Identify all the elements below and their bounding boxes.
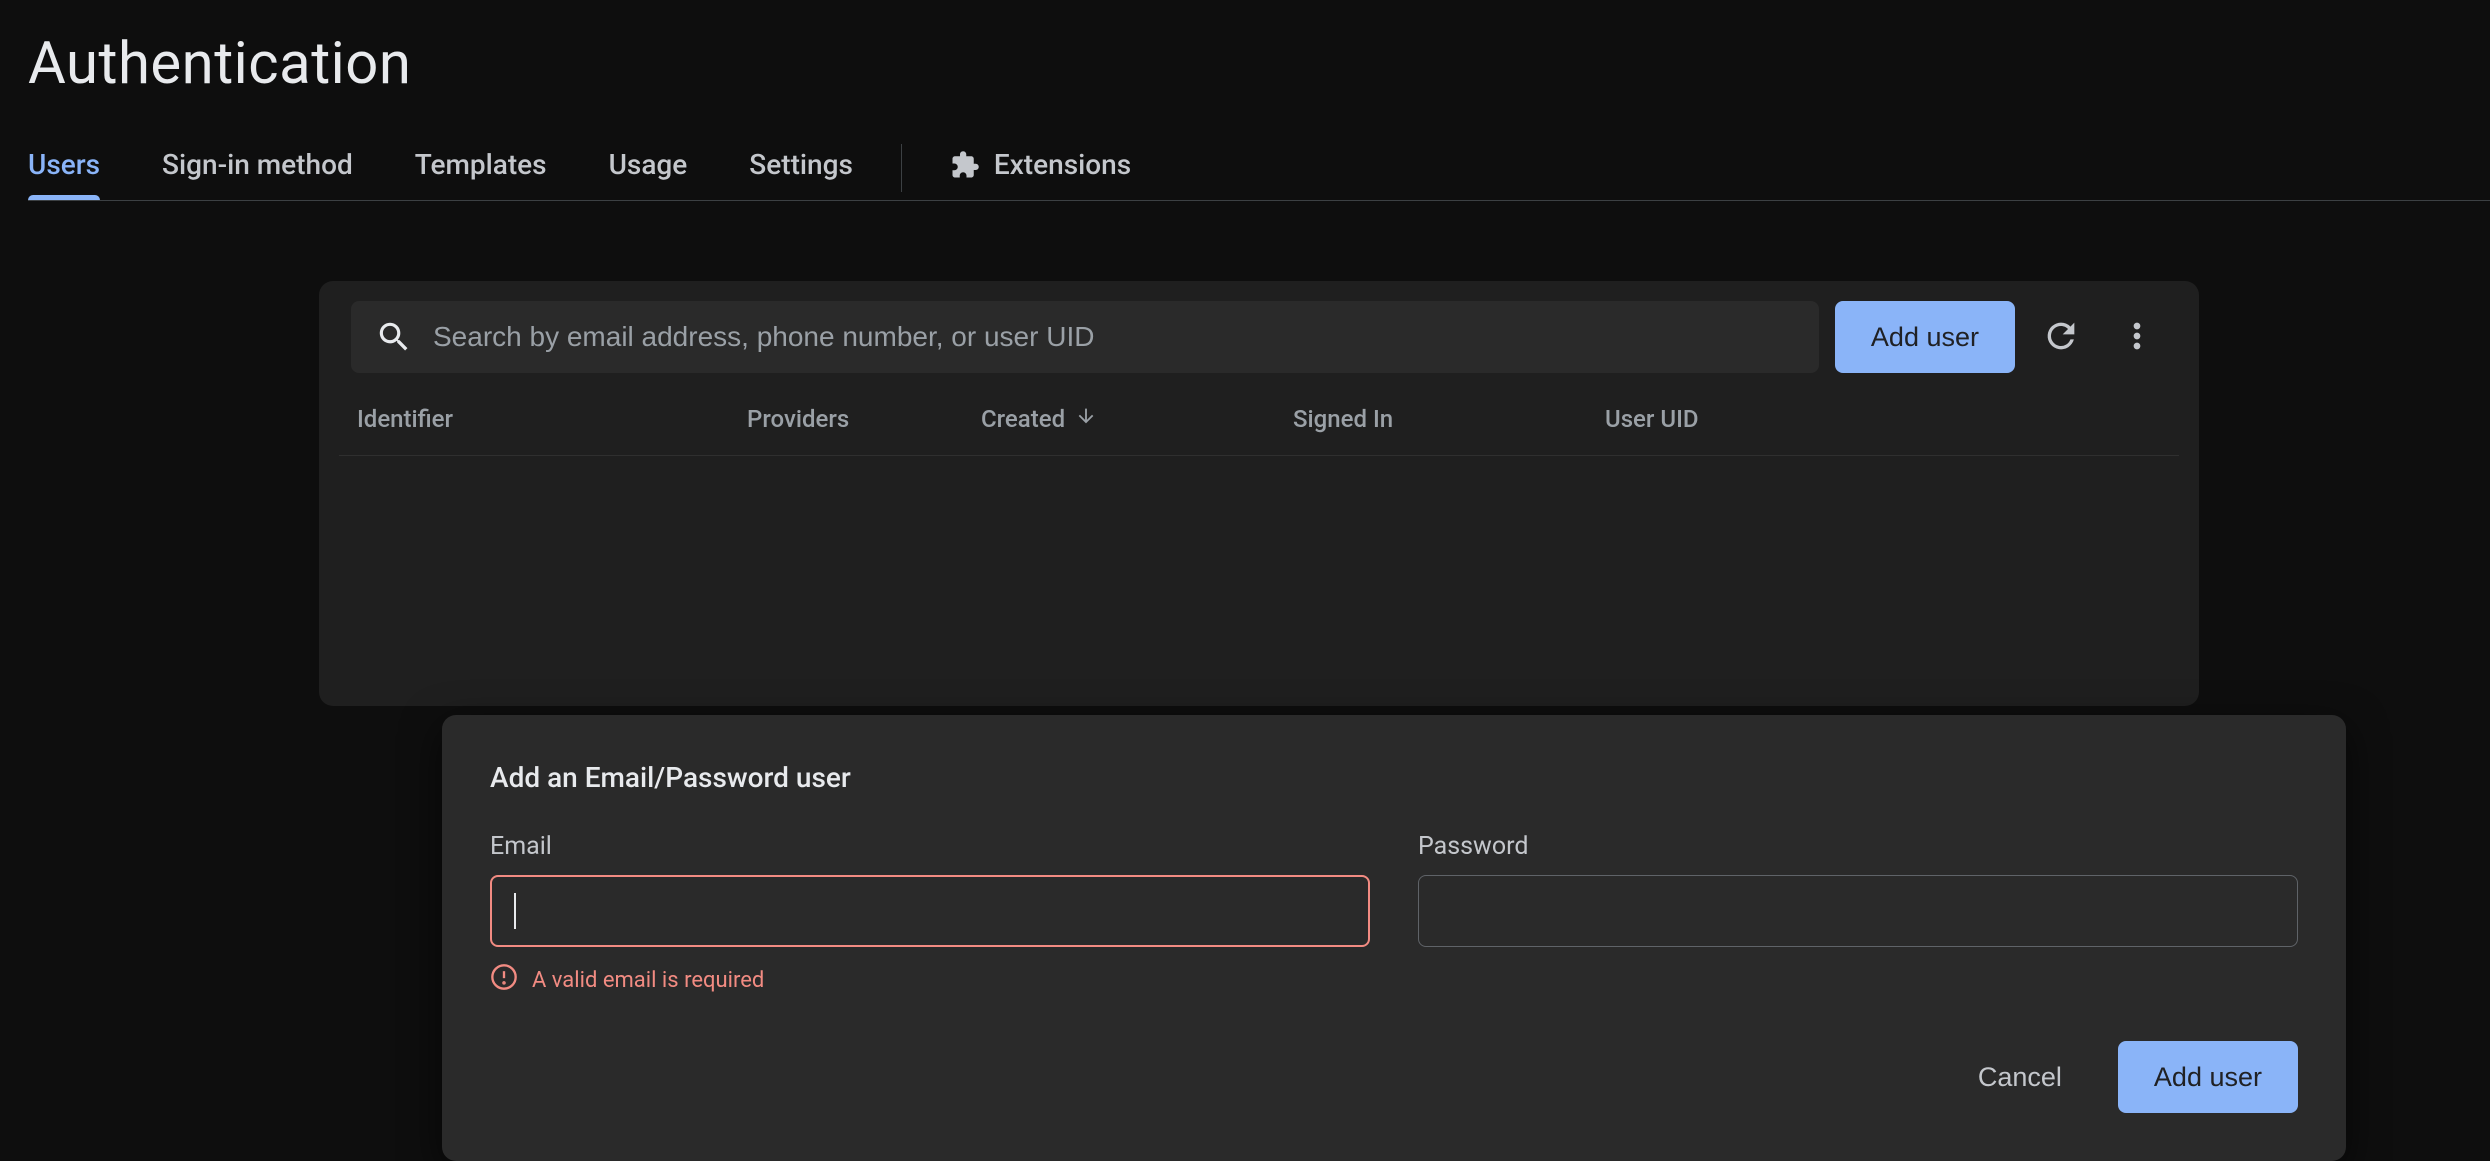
extensions-icon bbox=[950, 150, 980, 180]
password-field[interactable] bbox=[1418, 875, 2298, 947]
search-box[interactable] bbox=[351, 301, 1819, 373]
tab-users[interactable]: Users bbox=[28, 137, 100, 199]
refresh-button[interactable] bbox=[2031, 307, 2091, 367]
tab-extensions-label: Extensions bbox=[994, 151, 1131, 179]
cancel-button[interactable]: Cancel bbox=[1942, 1041, 2098, 1113]
column-providers[interactable]: Providers bbox=[747, 405, 981, 433]
page-title: Authentication bbox=[28, 30, 2490, 98]
tab-usage[interactable]: Usage bbox=[609, 137, 688, 199]
email-label: Email bbox=[490, 832, 1370, 861]
text-caret bbox=[514, 893, 516, 929]
tab-templates[interactable]: Templates bbox=[415, 137, 547, 199]
search-input[interactable] bbox=[433, 321, 1795, 353]
email-error-text: A valid email is required bbox=[532, 968, 764, 993]
tab-extensions[interactable]: Extensions bbox=[950, 136, 1131, 200]
password-label: Password bbox=[1418, 832, 2298, 861]
dialog-actions: Cancel Add user bbox=[490, 1041, 2298, 1113]
tab-settings[interactable]: Settings bbox=[749, 137, 853, 199]
column-created[interactable]: Created bbox=[981, 405, 1293, 433]
email-error: A valid email is required bbox=[490, 963, 1370, 997]
email-field[interactable] bbox=[490, 875, 1370, 947]
tabs-nav: Users Sign-in method Templates Usage Set… bbox=[28, 136, 2490, 201]
column-user-uid[interactable]: User UID bbox=[1605, 405, 2161, 433]
add-user-button[interactable]: Add user bbox=[1835, 301, 2015, 373]
arrow-down-icon bbox=[1075, 405, 1097, 433]
column-signed-in[interactable]: Signed In bbox=[1293, 405, 1605, 433]
error-icon bbox=[490, 963, 518, 997]
more-vert-icon bbox=[2117, 316, 2157, 359]
table-body bbox=[339, 456, 2179, 706]
add-user-dialog: Add an Email/Password user Email A valid… bbox=[442, 715, 2346, 1161]
search-icon bbox=[375, 318, 413, 356]
overflow-menu-button[interactable] bbox=[2107, 307, 2167, 367]
email-group: Email A valid email is required bbox=[490, 832, 1370, 997]
tab-signin-method[interactable]: Sign-in method bbox=[162, 137, 353, 199]
column-identifier[interactable]: Identifier bbox=[357, 405, 747, 433]
dialog-add-user-button[interactable]: Add user bbox=[2118, 1041, 2298, 1113]
column-created-label: Created bbox=[981, 405, 1065, 433]
dialog-title: Add an Email/Password user bbox=[490, 761, 2298, 794]
toolbar: Add user bbox=[339, 301, 2179, 387]
users-panel: Add user Identifier Providers Created bbox=[319, 281, 2199, 706]
table-header: Identifier Providers Created Signed In U… bbox=[339, 387, 2179, 456]
refresh-icon bbox=[2041, 316, 2081, 359]
tab-divider bbox=[901, 144, 902, 192]
password-group: Password bbox=[1418, 832, 2298, 997]
